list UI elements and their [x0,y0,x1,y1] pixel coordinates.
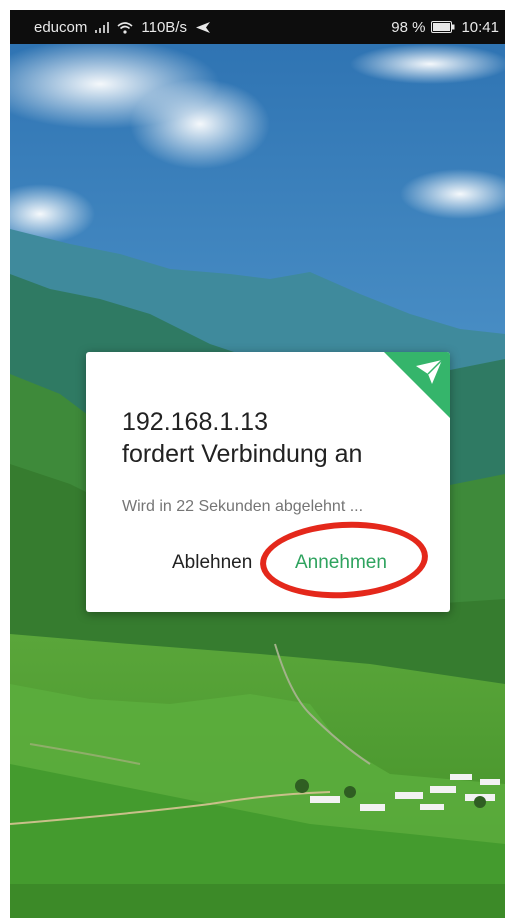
accept-button[interactable]: Annehmen [293,548,389,578]
phone-screen: educom 110B/s 98 % 10:41 192.168.1.13 fo… [10,10,505,918]
battery-percent: 98 % [391,18,426,36]
request-text: fordert Verbindung an [122,440,363,468]
battery-icon [431,21,455,33]
decline-button[interactable]: Ablehnen [170,548,254,578]
carrier-label: educom [34,18,88,36]
dialog-title: 192.168.1.13 fordert Verbindung an [122,406,422,470]
clock: 10:41 [461,18,499,36]
network-speed: 110B/s [141,18,187,36]
connection-request-dialog: 192.168.1.13 fordert Verbindung an Wird … [86,352,450,612]
nav-arrow-icon [195,21,210,33]
requester-ip: 192.168.1.13 [122,408,268,436]
signal-icon [95,21,110,33]
countdown-message: Wird in 22 Sekunden abgelehnt ... [122,498,364,515]
wifi-icon [117,21,133,34]
status-bar: educom 110B/s 98 % 10:41 [10,10,505,44]
paper-plane-icon [416,359,443,384]
